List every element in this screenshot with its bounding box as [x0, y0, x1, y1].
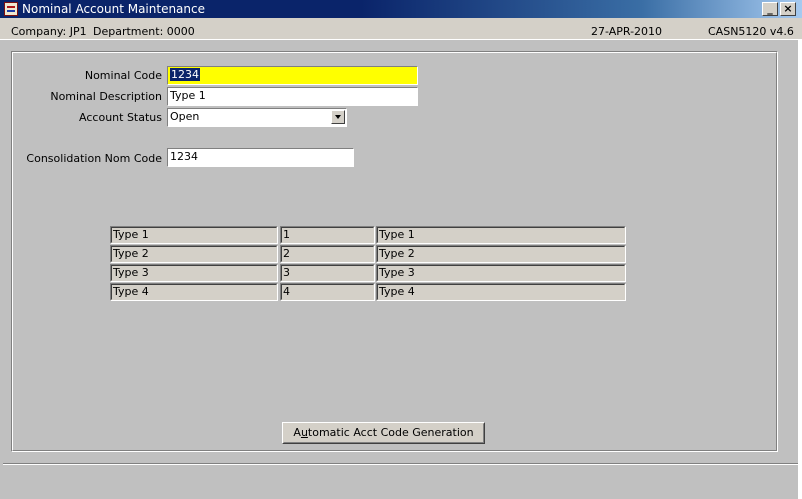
button-label-start: A [293, 426, 301, 439]
table-cell-type[interactable]: Type 1 [110, 226, 278, 244]
date-label: 27-APR-2010 [591, 25, 663, 38]
chevron-down-icon[interactable] [331, 110, 345, 124]
table-cell-description[interactable]: Type 2 [376, 245, 626, 263]
automatic-acct-code-generation-button[interactable]: Automatic Acct Code Generation [282, 422, 485, 444]
button-label-end: tomatic Acct Code Generation [307, 426, 474, 439]
nominal-description-label: Nominal Description [50, 90, 162, 103]
minimize-button[interactable]: _ [762, 2, 778, 16]
nominal-code-field[interactable]: 1234 [167, 66, 418, 85]
table-cell-type[interactable]: Type 4 [110, 283, 278, 301]
window-edge [798, 40, 802, 499]
version-label: CASN5120 v4.6 [708, 25, 794, 38]
table-cell-description[interactable]: Type 1 [376, 226, 626, 244]
table-cell-type[interactable]: Type 2 [110, 245, 278, 263]
company-label: Company: JP1 [11, 25, 87, 38]
nominal-description-field[interactable]: Type 1 [167, 87, 418, 106]
window-title: Nominal Account Maintenance [22, 2, 205, 16]
button-mnemonic: u [300, 426, 308, 439]
account-status-label: Account Status [79, 111, 162, 124]
title-bar[interactable]: Nominal Account Maintenance _ × [0, 0, 802, 18]
table-cell-number[interactable]: 3 [280, 264, 375, 282]
consolidation-nom-code-field[interactable]: 1234 [167, 148, 354, 167]
divider [3, 463, 799, 465]
table-cell-description[interactable]: Type 3 [376, 264, 626, 282]
app-icon [4, 2, 18, 16]
account-status-select[interactable]: Open [167, 108, 347, 127]
info-bar: Company: JP1 Department: 0000 27-APR-201… [0, 18, 802, 40]
nominal-code-value: 1234 [170, 68, 200, 81]
table-cell-number[interactable]: 2 [280, 245, 375, 263]
table-cell-type[interactable]: Type 3 [110, 264, 278, 282]
department-label: Department: 0000 [93, 25, 195, 38]
table-cell-number[interactable]: 1 [280, 226, 375, 244]
table-cell-description[interactable]: Type 4 [376, 283, 626, 301]
account-status-value: Open [170, 110, 200, 123]
table-cell-number[interactable]: 4 [280, 283, 375, 301]
nominal-code-label: Nominal Code [84, 69, 162, 82]
consolidation-nom-code-label: Consolidation Nom Code [26, 152, 162, 165]
close-button[interactable]: × [780, 2, 796, 16]
